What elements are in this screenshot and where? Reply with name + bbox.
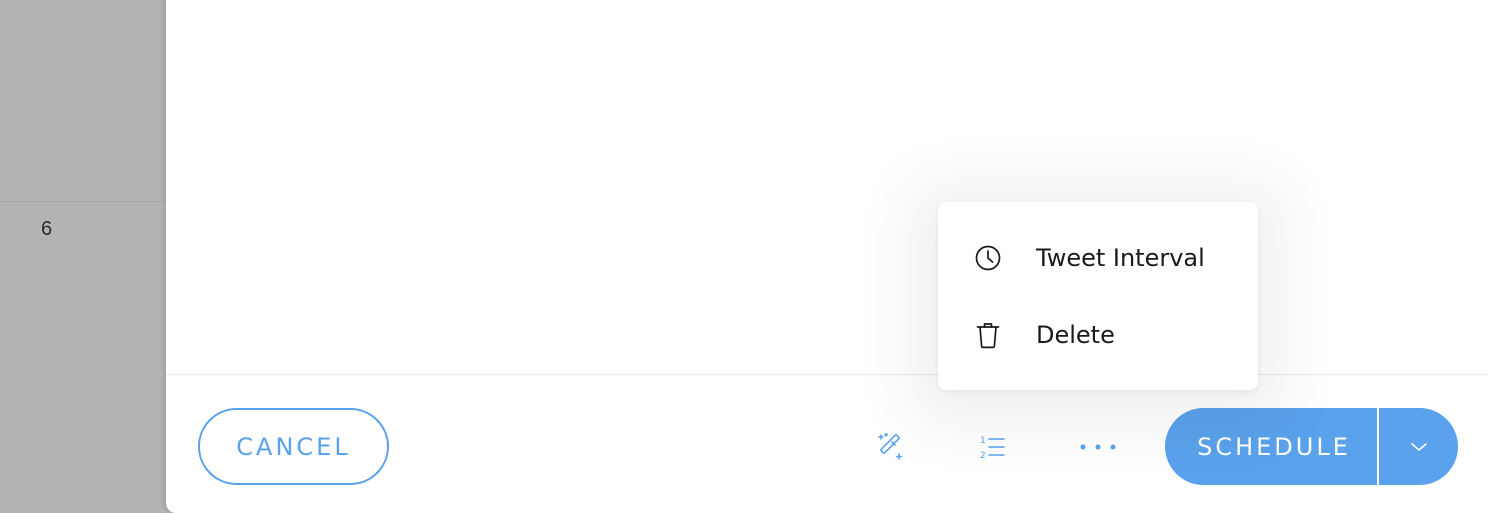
footer-divider [166,374,1488,375]
calendar-background [0,0,170,513]
menu-item-label: Delete [1036,321,1115,349]
menu-item-label: Tweet Interval [1036,244,1205,272]
compose-modal: CANCEL 1 2 SCHEDULE [166,0,1488,513]
calendar-day-number[interactable]: 6 [41,218,52,241]
more-horizontal-icon[interactable] [1078,427,1118,467]
more-options-menu: Tweet Interval Delete [938,202,1258,390]
menu-item-tweet-interval[interactable]: Tweet Interval [938,229,1258,287]
app-root: 6 CANCEL 1 2 SCHEDULE Tweet Interval Del… [0,0,1488,513]
schedule-split-button: SCHEDULE [1165,408,1458,485]
trash-icon [974,321,1002,349]
svg-text:2: 2 [980,451,986,461]
schedule-button[interactable]: SCHEDULE [1165,408,1377,485]
calendar-row-divider [0,201,170,202]
clock-icon [974,244,1002,272]
svg-text:1: 1 [980,436,986,446]
chevron-down-icon [1410,437,1428,456]
schedule-options-button[interactable] [1379,408,1458,485]
cancel-button[interactable]: CANCEL [198,408,389,485]
menu-item-delete[interactable]: Delete [938,306,1258,364]
numbered-list-icon[interactable]: 1 2 [972,427,1012,467]
magic-wand-icon[interactable] [870,427,910,467]
